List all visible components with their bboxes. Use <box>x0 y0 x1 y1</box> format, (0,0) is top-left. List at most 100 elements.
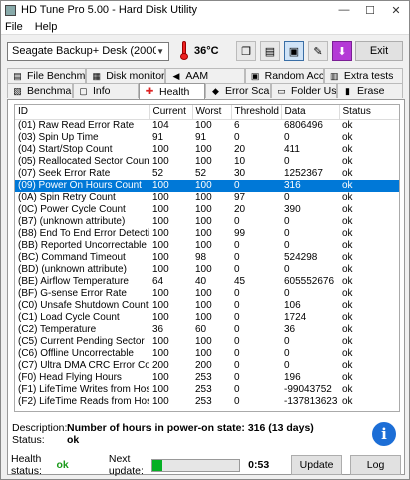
tab-extra-tests[interactable]: ▥ Extra tests <box>323 68 404 83</box>
table-row[interactable]: (C6) Offline Uncorrectable 100 100 0 0 ok <box>15 347 399 360</box>
menu-bar: File Help <box>1 19 409 35</box>
table-row[interactable]: (01) Raw Read Error Rate 104 100 6 6806496 ok <box>15 119 399 132</box>
cell-id: (B7) (unknown attribute) <box>18 215 126 227</box>
tab-disk-monitor[interactable]: ▦ Disk monitor <box>86 68 166 83</box>
tab-health[interactable]: ✚ Health <box>139 83 205 99</box>
download-arrow-icon: ⬇ <box>337 45 347 58</box>
table-row[interactable]: (BD) (unknown attribute) 100 100 0 0 ok <box>15 264 399 276</box>
menu-help[interactable]: Help <box>35 21 58 33</box>
table-row[interactable]: (C2) Temperature 36 60 0 36 ok <box>15 323 399 336</box>
tab-label: Benchmark <box>27 85 72 97</box>
cell-status: ok <box>342 299 353 311</box>
table-row[interactable]: (04) Start/Stop Count 100 100 20 411 ok <box>15 143 399 156</box>
cell-threshold: 0 <box>234 323 240 335</box>
table-row[interactable]: (03) Spin Up Time 91 91 0 0 ok <box>15 131 399 144</box>
table-row[interactable]: (09) Power On Hours Count 100 100 0 316 ok <box>15 179 399 192</box>
col-threshold[interactable]: Threshold <box>231 105 282 120</box>
cell-status: ok <box>342 287 353 299</box>
col-status[interactable]: Status <box>339 105 399 120</box>
cell-worst: 98 <box>195 251 207 263</box>
update-progress-bar <box>150 458 241 472</box>
log-button[interactable]: Log <box>350 455 401 475</box>
table-row[interactable]: (0A) Spin Retry Count 100 100 97 0 ok <box>15 192 399 204</box>
tab-aam[interactable]: ◀ AAM <box>165 68 245 83</box>
table-row[interactable]: (05) Reallocated Sector Count 100 100 10 0 ok <box>15 155 399 168</box>
tab-info[interactable]: ▢ Info <box>73 83 139 98</box>
cell-threshold: 0 <box>234 383 240 395</box>
table-row[interactable]: (B7) (unknown attribute) 100 100 0 0 ok <box>15 215 399 228</box>
cell-status: ok <box>342 395 353 407</box>
tab-folder-usage[interactable]: ▭ Folder Usage <box>271 83 337 98</box>
cell-threshold: 99 <box>234 227 246 239</box>
tab-error-scan[interactable]: ◆ Error Scan <box>205 83 271 98</box>
cell-current: 100 <box>152 395 169 407</box>
tab-erase[interactable]: ▮ Erase <box>337 83 403 98</box>
table-row[interactable]: (C7) Ultra DMA CRC Error Count20020000ok <box>15 359 399 372</box>
table-row[interactable]: (B8) End To End Error Detection 100 100 99 0… <box>15 227 399 240</box>
cell-worst: 200 <box>195 359 212 371</box>
cell-data: 1252367 <box>284 167 323 179</box>
table-row[interactable]: (0C) Power Cycle Count 100 100 20 390 ok <box>15 204 399 216</box>
app-icon <box>5 4 16 16</box>
health-cross-icon: ✚ <box>145 86 154 96</box>
close-button[interactable]: ✕ <box>383 4 409 17</box>
table-row[interactable]: (07) Seek Error Rate 52 52 30 1252367 ok <box>15 167 399 180</box>
cell-current: 100 <box>152 299 169 311</box>
update-button[interactable]: Update <box>291 455 343 475</box>
cell-data: 411 <box>284 143 300 155</box>
maximize-button[interactable]: ☐ <box>357 4 383 17</box>
cell-current: 100 <box>152 239 169 251</box>
cell-data: 605552676 <box>284 275 335 287</box>
cell-current: 100 <box>152 287 169 299</box>
exit-button[interactable]: Exit <box>355 41 403 61</box>
tab-random-access[interactable]: ▣ Random Access <box>244 68 324 83</box>
table-row[interactable]: (F2) LifeTime Reads from Host 100 253 0 -137… <box>15 395 399 408</box>
wrench-icon: ✎ <box>313 45 323 58</box>
cell-status: ok <box>342 251 353 263</box>
cell-current: 100 <box>152 155 169 167</box>
extra-tests-icon: ▥ <box>330 70 339 81</box>
cell-worst: 91 <box>195 131 207 143</box>
random-access-icon: ▣ <box>250 70 260 81</box>
tab-benchmark[interactable]: ▧ Benchmark <box>7 83 73 98</box>
table-row[interactable]: (F0) Head Flying Hours 100 253 0 196 ok <box>15 371 399 384</box>
table-row[interactable]: (C1) Load Cycle Count 100 100 0 1724 ok <box>15 312 399 324</box>
health-status-label: Health status: <box>11 453 42 477</box>
cell-current: 100 <box>152 371 169 383</box>
options-button[interactable]: ✎ <box>308 41 328 61</box>
cell-worst: 253 <box>195 395 212 407</box>
cell-worst: 100 <box>195 239 212 251</box>
cell-id: (09) Power On Hours Count <box>15 179 149 192</box>
tab-file-benchmark[interactable]: ▤ File Benchmark <box>7 68 87 83</box>
cell-threshold: 0 <box>231 179 281 192</box>
cell-data: 0 <box>284 335 290 347</box>
col-current[interactable]: Current <box>149 105 193 120</box>
cell-threshold: 0 <box>234 395 240 407</box>
col-data[interactable]: Data <box>281 105 340 120</box>
copy-info-button[interactable]: ❐ <box>236 41 256 61</box>
col-worst[interactable]: Worst <box>192 105 232 120</box>
minimize-button[interactable]: — <box>331 4 357 17</box>
app-window: HD Tune Pro 5.00 - Hard Disk Utility — ☐… <box>0 0 410 480</box>
table-row[interactable]: (F1) LifeTime Writes from Host 100 253 0 -99… <box>15 383 399 396</box>
status-label: Status: <box>12 434 45 446</box>
download-button[interactable]: ⬇ <box>332 41 352 61</box>
cell-status: ok <box>342 155 353 167</box>
table-row[interactable]: (BB) Reported Uncorrectable Errors100100… <box>15 239 399 252</box>
table-row[interactable]: (BF) G-sense Error Rate 100 100 0 0 ok <box>15 287 399 300</box>
description-value: Number of hours in power-on state: 316 (… <box>67 422 314 434</box>
cell-data: 0 <box>284 347 290 359</box>
chevron-down-icon: ▼ <box>156 46 164 56</box>
cell-threshold: 0 <box>234 347 240 359</box>
cell-current: 100 <box>152 215 169 227</box>
info-icon[interactable]: i <box>372 422 396 446</box>
table-row[interactable]: (C0) Unsafe Shutdown Count 100 100 0 106 ok <box>15 299 399 312</box>
table-row[interactable]: (BE) Airflow Temperature 64 40 45 605552676 o… <box>15 275 399 288</box>
drive-select[interactable]: Seagate Backup+ Desk (2000 gB) ▼ <box>7 41 169 61</box>
save-button[interactable]: ▣ <box>284 41 304 61</box>
copy-screenshot-button[interactable]: ▤ <box>260 41 280 61</box>
menu-file[interactable]: File <box>5 21 23 33</box>
col-id[interactable]: ID <box>15 105 150 120</box>
table-row[interactable]: (BC) Command Timeout 100 98 0 524298 ok <box>15 251 399 264</box>
table-row[interactable]: (C5) Current Pending Sector 100 100 0 0 ok <box>15 335 399 348</box>
